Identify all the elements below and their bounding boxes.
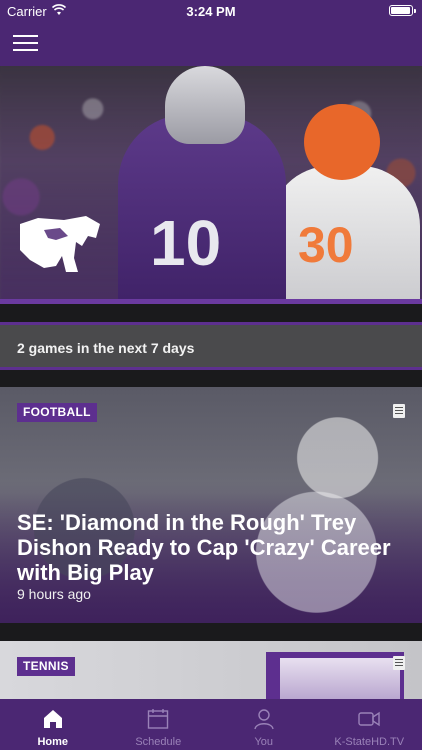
category-tag: TENNIS [17,657,75,676]
tab-you[interactable]: You [211,699,317,750]
story-card-football[interactable]: FOOTBALL SE: 'Diamond in the Rough' Trey… [0,387,422,623]
story-headline: SE: 'Diamond in the Rough' Trey Dishon R… [17,510,391,585]
tab-bar: Home Schedule You K-StateHD.TV [0,699,422,750]
hero-image[interactable]: 30 10 [0,66,422,304]
document-icon [393,404,405,418]
powercat-logo [20,216,100,272]
status-bar: Carrier 3:24 PM [0,0,422,22]
tab-kstatehd-tv[interactable]: K-StateHD.TV [317,699,422,750]
tab-label: You [254,736,274,748]
person-icon [254,709,274,730]
tab-label: Home [37,736,69,748]
tab-label: K-StateHD.TV [334,736,405,748]
tab-schedule[interactable]: Schedule [106,699,212,750]
home-icon [43,710,62,728]
tab-label: Schedule [135,736,182,748]
navigation-bar: Carrier 3:24 PM [0,0,422,66]
story-timestamp: 9 hours ago [17,586,91,602]
app-screen: Carrier 3:24 PM 30 10 2 games in the nex… [0,0,422,750]
quarterback-helmet [165,66,245,144]
opponent-jersey-number: 30 [298,217,354,273]
category-tag: FOOTBALL [17,403,97,422]
hamburger-menu-icon[interactable] [13,34,38,52]
video-camera-icon [358,711,380,727]
battery-icon [389,5,416,16]
athlete-photo [280,658,400,701]
document-icon [393,656,405,670]
opponent-helmet [304,104,380,180]
upcoming-games-banner[interactable]: 2 games in the next 7 days [0,322,422,370]
calendar-icon [148,709,169,729]
upcoming-games-text: 2 games in the next 7 days [17,340,195,356]
status-time: 3:24 PM [186,4,236,19]
quarterback-jersey-number: 10 [150,207,222,279]
story-photo [266,652,404,701]
story-card-tennis[interactable]: TENNIS [0,641,422,701]
hero-accent-stripe [0,299,422,304]
battery-fill [391,7,410,14]
tab-home[interactable]: Home [0,699,106,750]
